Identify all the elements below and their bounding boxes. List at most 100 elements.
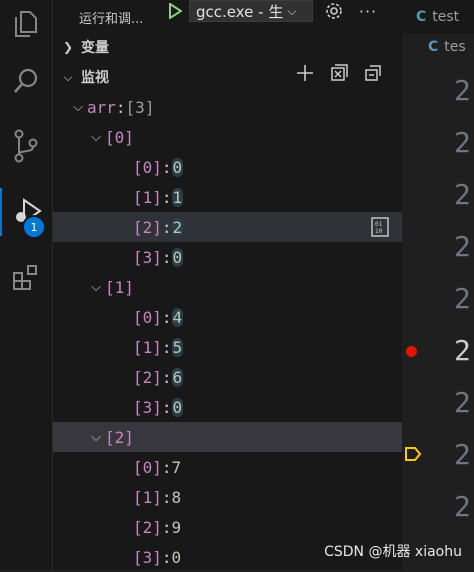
- watch-item-name: [0]: [133, 157, 162, 177]
- chevron-down-icon[interactable]: ⌵: [87, 280, 105, 295]
- editor-tab[interactable]: C test: [402, 0, 459, 34]
- watch-item-value: 0: [171, 397, 184, 417]
- watch-group[interactable]: ⌵ arr: [3]: [53, 92, 402, 122]
- line-number: 2: [454, 386, 471, 419]
- collapse-all-icon[interactable]: [362, 62, 384, 84]
- debug-sidebar: 运行和调... gcc.exe - 生 ⌵ ··· ❯ 变量 ⌵ 监视 ⌵ arr…: [53, 0, 402, 569]
- watch-item-name: [1]: [133, 337, 162, 357]
- separator: :: [161, 547, 172, 567]
- watch-item-value: 0: [171, 547, 182, 567]
- watermark: CSDN @机器 xiaohu: [324, 544, 462, 560]
- watch-item-name: [1]: [133, 487, 162, 507]
- start-debugging-button[interactable]: [161, 0, 189, 22]
- watch-item-name: [1]: [133, 187, 162, 207]
- debug-badge: 1: [22, 215, 46, 239]
- watch-actions: [294, 62, 384, 84]
- separator: :: [161, 217, 172, 237]
- separator: :: [161, 187, 172, 207]
- separator: :: [161, 397, 172, 417]
- chevron-down-icon[interactable]: ⌵: [69, 100, 87, 115]
- watch-item-name: [0]: [133, 307, 162, 327]
- watch-item[interactable]: [1]: 1: [53, 182, 402, 212]
- chevron-down-icon: ⌵: [63, 69, 73, 84]
- watch-item-value: 0: [171, 157, 184, 177]
- watch-item-name: [2]: [133, 367, 162, 387]
- svg-text:10: 10: [375, 228, 383, 235]
- separator: :: [161, 157, 172, 177]
- line-number: 2: [454, 74, 471, 107]
- search-icon[interactable]: [0, 57, 52, 105]
- watch-item-name: [0]: [105, 127, 134, 147]
- view-binary-icon[interactable]: 01 10: [370, 217, 390, 237]
- watch-item-value: 7: [171, 457, 182, 477]
- watch-item-value: 0: [171, 247, 184, 267]
- current-line-arrow-icon: [404, 446, 422, 466]
- watch-item-name: [3]: [133, 397, 162, 417]
- watch-group[interactable]: ⌵ [0]: [53, 122, 402, 152]
- watch-item[interactable]: [0]: 0: [53, 152, 402, 182]
- separator: :: [161, 457, 172, 477]
- breadcrumb[interactable]: C tes: [428, 34, 466, 60]
- separator: :: [161, 307, 172, 327]
- watch-group[interactable]: ⌵ [1]: [53, 272, 402, 302]
- watch-item[interactable]: [2]: 6: [53, 362, 402, 392]
- more-actions-icon[interactable]: ···: [355, 0, 381, 22]
- c-file-icon: C: [416, 9, 427, 25]
- watch-item-value: 6: [171, 367, 184, 387]
- separator: :: [161, 517, 172, 537]
- watch-item-value: [3]: [125, 97, 155, 117]
- separator: :: [161, 367, 172, 387]
- activity-bar: 1: [0, 0, 53, 569]
- watch-item-value: 9: [171, 517, 182, 537]
- watch-item[interactable]: [0]: 4: [53, 302, 402, 332]
- sidebar-title: 运行和调...: [79, 12, 144, 27]
- watch-item-value: 1: [171, 187, 184, 207]
- watch-item-name: [0]: [133, 457, 162, 477]
- separator: :: [161, 487, 172, 507]
- watch-item-name: [2]: [133, 517, 162, 537]
- watch-item[interactable]: [2]: 9: [53, 512, 402, 542]
- watch-section-label: 监视: [81, 70, 109, 86]
- c-file-icon: C: [428, 39, 439, 55]
- line-number: 2: [454, 438, 471, 471]
- files-icon[interactable]: [0, 0, 52, 48]
- breakpoint-icon[interactable]: [406, 346, 417, 357]
- debug-toolbar: 运行和调... gcc.exe - 生 ⌵ ···: [53, 0, 402, 34]
- watch-item[interactable]: [1]: 5: [53, 332, 402, 362]
- separator: :: [161, 247, 172, 267]
- editor-tab-bar: C test: [402, 0, 474, 34]
- watch-item-value: 5: [171, 337, 184, 357]
- watch-item[interactable]: [3]: 0: [53, 392, 402, 422]
- chevron-down-icon[interactable]: ⌵: [87, 430, 105, 445]
- watch-item-value: 4: [171, 307, 184, 327]
- svg-text:01: 01: [375, 221, 383, 228]
- watch-item[interactable]: [1]: 8: [53, 482, 402, 512]
- editor-tab-label: test: [432, 9, 460, 25]
- line-number: 2: [454, 230, 471, 263]
- watch-group[interactable]: ⌵ [2]: [53, 422, 402, 452]
- line-number: 2: [454, 126, 471, 159]
- watch-item[interactable]: [3]: 0: [53, 242, 402, 272]
- launch-config-select[interactable]: gcc.exe - 生 ⌵: [189, 0, 313, 22]
- watch-item-name: [3]: [133, 547, 162, 567]
- chevron-down-icon[interactable]: ⌵: [87, 130, 105, 145]
- line-number: 2: [454, 334, 471, 367]
- line-number: 2: [454, 490, 471, 523]
- extensions-icon[interactable]: [0, 254, 52, 302]
- chevron-down-icon: ⌵: [287, 3, 297, 18]
- gear-icon[interactable]: [321, 0, 347, 22]
- separator: :: [161, 337, 172, 357]
- separator: :: [115, 97, 126, 117]
- watch-item-name: [2]: [105, 427, 134, 447]
- remove-all-expressions-icon[interactable]: [328, 62, 350, 84]
- variables-section-header[interactable]: ❯ 变量: [53, 32, 402, 62]
- watch-item-value: 2: [171, 217, 184, 237]
- add-expression-icon[interactable]: [294, 62, 316, 84]
- watch-item[interactable]: [2]: 2 01 10: [53, 212, 402, 242]
- chevron-right-icon: ❯: [62, 40, 74, 54]
- breadcrumb-label: tes: [444, 39, 466, 55]
- launch-config-label: gcc.exe - 生: [196, 2, 284, 21]
- source-control-icon[interactable]: [0, 122, 52, 170]
- line-number: 2: [454, 282, 471, 315]
- watch-item[interactable]: [0]: 7: [53, 452, 402, 482]
